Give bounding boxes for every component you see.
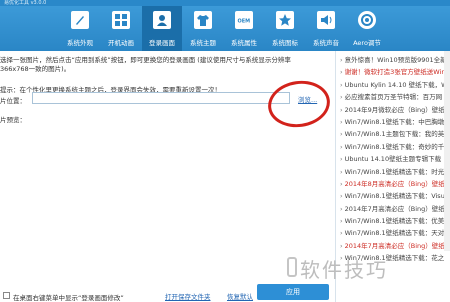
news-item[interactable]: Ubuntu Kylin 14.10 壁纸下载，Win [340,79,448,91]
user-icon [153,11,171,29]
news-item[interactable]: Win7/Win8.1壁纸下载：中巴胸墩 [340,116,448,128]
aero-icon [358,11,376,29]
news-item[interactable]: 必应搜素首页万圣节特辑：百万网 [340,91,448,103]
news-scrollbar[interactable] [444,51,450,251]
tool-system-theme[interactable]: 系统主题 [183,6,223,51]
star-icon [276,11,294,29]
restore-default-link[interactable]: 恢复默认 [227,291,253,301]
svg-text:OEM: OEM [238,19,251,25]
login-screen-panel: 选择一张图片，然后点击“应用到系统”按钮，即可更换您的登录画面 (建议使用尺寸与… [0,51,335,302]
tool-aero-adjust[interactable]: Aero调节 [347,6,387,51]
oem-icon: OEM [235,11,253,29]
news-item[interactable]: 2014年9月微软必应（Bing）壁纸 [340,104,448,116]
main-toolbar: 系统外观 开机动画 登录画面 系统主题 OEM 系统属性 系统图标 系统声音 A… [0,6,450,51]
news-item[interactable]: Win7/Win8.1壁纸下载：奇妙的千 [340,141,448,153]
tool-login-screen[interactable]: 登录画面 [142,6,182,51]
tool-system-sound[interactable]: 系统声音 [306,6,346,51]
apply-button[interactable]: 应用 [257,284,329,300]
watermark-text: 软件技巧 [300,258,388,282]
news-list: 意外惊喜！Win10预览版9901全新谢谢！微软打造3张官方壁纸送WinUbun… [340,54,448,265]
image-path-input[interactable] [32,92,290,104]
news-item[interactable]: 意外惊喜！Win10预览版9901全新 [340,54,448,66]
open-save-folder-link[interactable]: 打开保存文件夹 [165,291,211,301]
tool-system-appearance[interactable]: 系统外观 [60,6,100,51]
news-item[interactable]: 2014年7月高清必应（Bing）壁纸 [340,203,448,215]
image-position-label: 片位置： [0,97,26,105]
news-item[interactable]: Win7/Win8.1壁纸精选下载：Visual [340,190,448,202]
tool-boot-animation[interactable]: 开机动画 [101,6,141,51]
context-menu-checkbox-label: 在桌面右键菜单中显示“登录画面修改” [13,294,124,302]
tool-system-properties[interactable]: OEM 系统属性 [224,6,264,51]
context-menu-checkbox[interactable] [3,292,10,299]
image-preview-label: 片预览： [0,116,26,124]
news-item[interactable]: Win7/Win8.1壁纸精选下载：时光 [340,166,448,178]
news-item[interactable]: Win7/Win8.1壁纸精选下载：天对海说 [340,227,448,239]
news-item[interactable]: 谢谢！微软打造3张官方壁纸送Win [340,66,448,78]
app-window: 易优化工具 v3.0.0 系统外观 开机动画 登录画面 系统主题 OEM 系统属… [0,0,450,302]
speaker-icon [317,11,335,29]
watermark-logo-icon [287,257,297,277]
brush-icon [71,11,89,29]
highlight-circle [265,76,333,132]
news-item[interactable]: Ubuntu 14.10壁纸主题专辑下载 [340,153,448,165]
news-item[interactable]: 2014年8月高清必应（Bing）壁纸 [340,178,448,190]
shirt-icon [194,11,212,29]
news-item[interactable]: Win7/Win8.1主题包下载：我的英 [340,128,448,140]
tool-system-icons[interactable]: 系统图标 [265,6,305,51]
instruction-text: 选择一张图片，然后点击“应用到系统”按钮，即可更换您的登录画面 (建议使用尺寸与… [0,56,291,73]
news-item[interactable]: Win7/Win8.1壁纸精选下载：优美 [340,215,448,227]
news-item[interactable]: 2014年7月高清必应（Bing）壁纸 [340,240,448,252]
windows-icon [112,11,130,29]
